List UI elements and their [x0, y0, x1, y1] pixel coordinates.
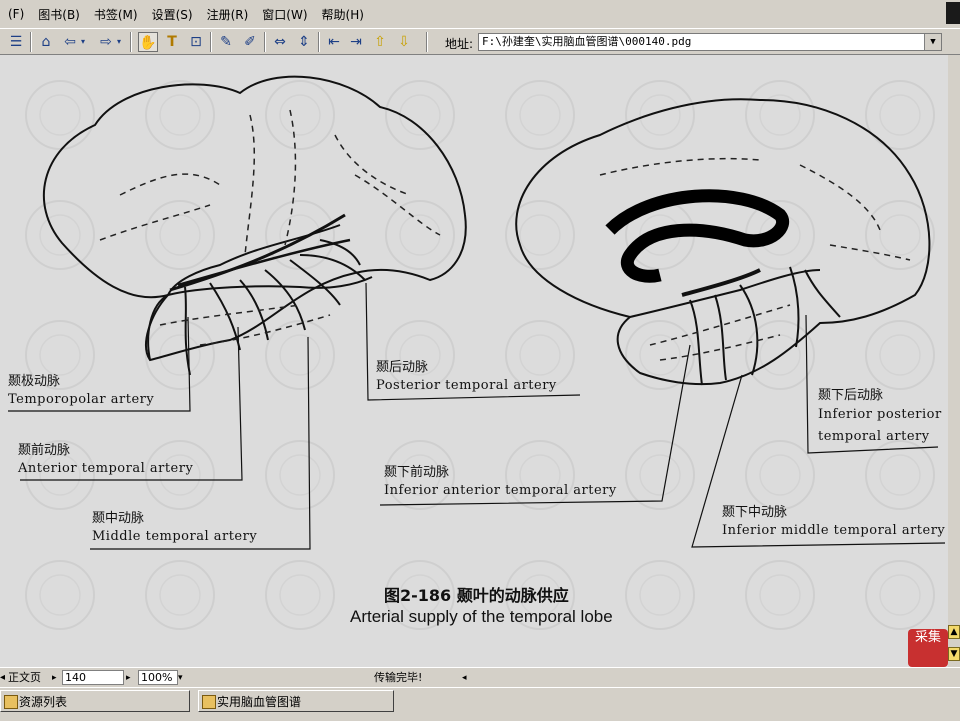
temporopolar-label-en: Temporopolar artery — [8, 392, 155, 407]
zoom-level[interactable]: 100% — [138, 670, 178, 685]
menu-file[interactable]: (F) — [2, 7, 30, 21]
figure-caption-en: Arterial supply of the temporal lobe — [350, 607, 613, 626]
page-type-arrow-icon[interactable]: ▸ — [52, 670, 57, 686]
menu-window[interactable]: 窗口(W) — [256, 6, 313, 23]
page-type-dropdown-icon[interactable]: ◂ — [0, 670, 5, 686]
capture-badge-icon[interactable]: 采集 — [908, 629, 948, 667]
hand-tool-icon[interactable]: ✋ — [138, 32, 158, 52]
menu-help[interactable]: 帮助(H) — [316, 6, 370, 23]
forward-dropdown-icon[interactable]: ▾ — [114, 32, 124, 52]
status-message: 传输完毕! — [374, 671, 423, 684]
folder-icon — [4, 695, 18, 709]
toolbar-separator — [318, 32, 320, 52]
taskbar: 资源列表 实用脑血管图谱 — [0, 687, 960, 721]
next-page-icon[interactable]: ⇩ — [394, 32, 414, 52]
page-number-input[interactable]: 140 — [62, 670, 124, 685]
app-logo-icon — [946, 2, 960, 24]
address-label: 地址: — [445, 37, 474, 51]
toolbar-separator — [264, 32, 266, 52]
toolbar: ☰ ⌂ ⇦ ▾ ⇨ ▾ ✋ T ⊡ ✎ ✐ ⇔ ⇕ ⇤ ⇥ ⇧ ⇩ 地址: F:… — [0, 28, 960, 55]
inferior-posterior-temporal-label-en2: temporal artery — [818, 429, 930, 444]
temporopolar-label-cn: 颞极动脉 — [8, 374, 61, 389]
book-window-button[interactable]: 实用脑血管图谱 — [198, 690, 394, 712]
home-icon[interactable]: ⌂ — [36, 32, 56, 52]
resource-list-button[interactable]: 资源列表 — [0, 690, 190, 712]
inferior-anterior-temporal-label-en: Inferior anterior temporal artery — [384, 483, 617, 498]
toolbar-separator — [130, 32, 132, 52]
posterior-temporal-label-cn: 颞后动脉 — [376, 360, 429, 375]
page-next-icon[interactable]: ▸ — [126, 670, 131, 686]
address-dropdown-icon[interactable]: ▼ — [924, 34, 941, 50]
page-type-label[interactable]: 正文页 — [8, 670, 41, 686]
toolbar-separator — [30, 32, 32, 52]
vertical-scrollbar[interactable]: ▲ ▼ — [948, 55, 960, 667]
menu-bookmark[interactable]: 书签(M) — [88, 6, 144, 23]
inferior-middle-temporal-label-cn: 颞下中动脉 — [722, 505, 788, 520]
last-page-icon[interactable]: ⇥ — [346, 32, 366, 52]
select-region-icon[interactable]: ⊡ — [186, 32, 206, 52]
toolbar-separator — [210, 32, 212, 52]
inferior-posterior-temporal-label-cn: 颞下后动脉 — [818, 388, 884, 403]
inferior-anterior-temporal-label-cn: 颞下前动脉 — [384, 465, 450, 480]
menu-register[interactable]: 注册(R) — [201, 6, 255, 23]
back-arrow-icon[interactable]: ⇦ — [60, 32, 80, 52]
fit-width-icon[interactable]: ⇔ — [270, 32, 290, 52]
annotate-icon[interactable]: ✎ — [216, 32, 236, 52]
middle-temporal-label-cn: 颞中动脉 — [92, 511, 145, 526]
watermark-pattern — [0, 55, 948, 667]
status-bar: ◂ 正文页 ▸ 140 ▸ 100% ▾ 传输完毕! ◂ — [0, 667, 960, 688]
anterior-temporal-label-cn: 颞前动脉 — [18, 443, 71, 458]
inferior-posterior-temporal-label-en: Inferior posterior — [818, 407, 942, 422]
fit-height-icon[interactable]: ⇕ — [294, 32, 314, 52]
address-value: F:\孙建奎\实用脑血管图谱\000140.pdg — [482, 35, 692, 48]
document-viewer[interactable]: 颞极动脉 Temporopolar artery 颞前动脉 Anterior t… — [0, 55, 948, 667]
scroll-left-icon[interactable]: ◂ — [462, 670, 467, 686]
scroll-up-icon[interactable]: ▲ — [948, 625, 960, 639]
scroll-down-icon[interactable]: ▼ — [948, 647, 960, 661]
figure-caption-cn: 图2-186 颞叶的动脉供应 — [384, 586, 569, 605]
forward-arrow-icon[interactable]: ⇨ — [96, 32, 116, 52]
back-dropdown-icon[interactable]: ▾ — [78, 32, 88, 52]
zoom-dropdown-icon[interactable]: ▾ — [178, 670, 183, 686]
menu-bar: (F) 图书(B) 书签(M) 设置(S) 注册(R) 窗口(W) 帮助(H) — [0, 0, 960, 28]
text-tool-icon[interactable]: T — [162, 32, 182, 52]
address-field[interactable]: F:\孙建奎\实用脑血管图谱\000140.pdg ▼ — [478, 33, 942, 51]
first-page-icon[interactable]: ⇤ — [324, 32, 344, 52]
anterior-temporal-label-en: Anterior temporal artery — [18, 461, 194, 476]
menu-book[interactable]: 图书(B) — [32, 6, 86, 23]
middle-temporal-label-en: Middle temporal artery — [92, 529, 258, 544]
book-window-label: 实用脑血管图谱 — [217, 695, 302, 709]
book-icon — [202, 695, 216, 709]
list-view-icon[interactable]: ☰ — [6, 32, 26, 52]
inferior-middle-temporal-label-en: Inferior middle temporal artery — [722, 523, 946, 538]
menu-settings[interactable]: 设置(S) — [146, 6, 199, 23]
temporal-lobe-illustration — [0, 55, 948, 667]
highlighter-icon[interactable]: ✐ — [240, 32, 260, 52]
posterior-temporal-label-en: Posterior temporal artery — [376, 378, 557, 393]
previous-page-icon[interactable]: ⇧ — [370, 32, 390, 52]
toolbar-separator — [426, 32, 428, 52]
resource-list-label: 资源列表 — [19, 695, 68, 709]
